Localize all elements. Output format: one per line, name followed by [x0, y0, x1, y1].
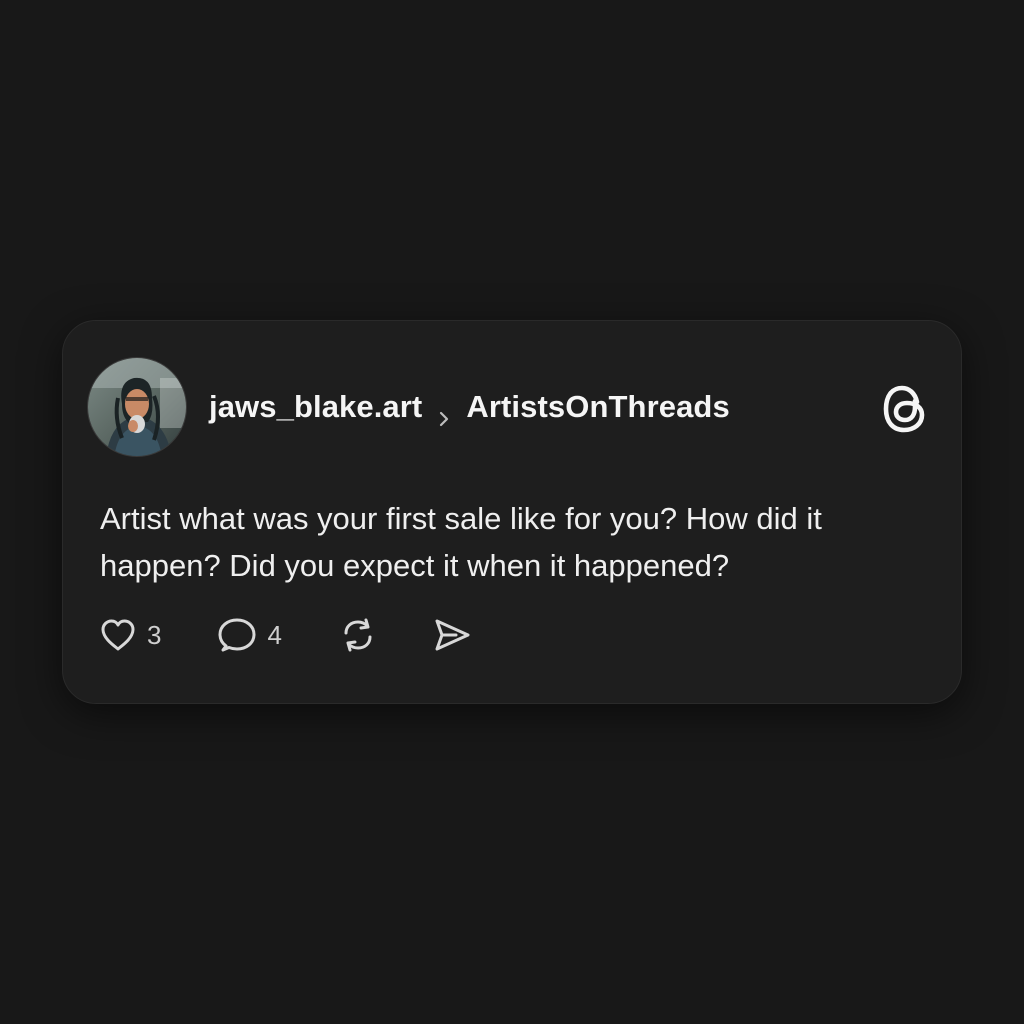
share-button[interactable]: [432, 613, 472, 657]
author-username[interactable]: jaws_blake.art: [209, 389, 422, 425]
repost-button[interactable]: [338, 613, 378, 657]
post-header: jaws_blake.art ArtistsOnThreads: [209, 387, 730, 427]
post-card[interactable]: jaws_blake.art ArtistsOnThreads Artist w…: [62, 320, 962, 704]
reply-count: 4: [267, 619, 282, 650]
like-button[interactable]: 3: [99, 613, 161, 657]
avatar[interactable]: [87, 357, 187, 457]
repost-icon: [338, 616, 378, 654]
reply-button[interactable]: 4: [217, 613, 282, 657]
threads-logo-icon: [881, 383, 929, 435]
post-text: Artist what was your first sale like for…: [100, 501, 822, 583]
speech-bubble-icon: [217, 616, 257, 654]
chevron-right-icon: [438, 399, 450, 427]
post-actions: 3 4: [99, 613, 472, 657]
community-name[interactable]: ArtistsOnThreads: [466, 389, 729, 425]
send-icon: [432, 616, 472, 654]
like-count: 3: [147, 619, 162, 650]
heart-icon: [99, 617, 137, 653]
